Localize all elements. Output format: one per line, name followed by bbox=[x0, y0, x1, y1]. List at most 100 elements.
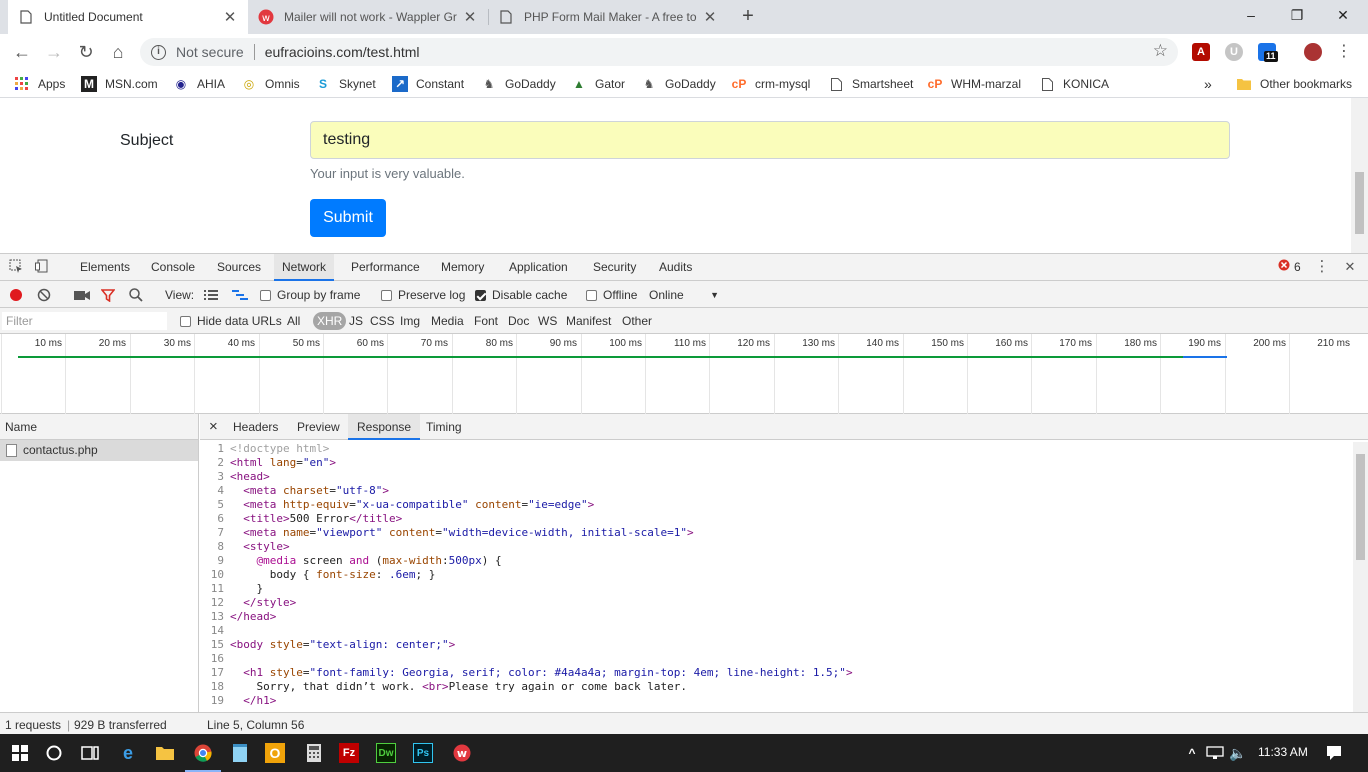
wappler-taskbar-icon[interactable]: w bbox=[450, 741, 474, 765]
notepad-icon[interactable] bbox=[228, 741, 252, 765]
search-icon[interactable] bbox=[129, 287, 143, 303]
error-count[interactable]: 6 bbox=[1286, 254, 1309, 281]
name-column-header[interactable]: Name bbox=[0, 414, 198, 440]
network-icon[interactable] bbox=[1203, 741, 1227, 765]
forward-button[interactable]: → bbox=[42, 40, 66, 64]
filezilla-icon[interactable]: Fz bbox=[339, 743, 359, 763]
filter-type-ws[interactable]: WS bbox=[535, 312, 560, 330]
cortana-search-icon[interactable] bbox=[42, 741, 66, 765]
chrome-taskbar-icon[interactable] bbox=[185, 741, 221, 772]
tab-application[interactable]: Application bbox=[501, 254, 576, 281]
close-tab-icon[interactable]: ✕ bbox=[702, 8, 718, 26]
bookmark-ahia[interactable]: ◉ AHIA bbox=[173, 76, 225, 92]
bookmark-crm-mysql[interactable]: cP crm-mysql bbox=[731, 76, 811, 92]
response-code-view[interactable]: 1 <!doctype html> 2 <html lang="en"> 3 <head>… bbox=[200, 442, 1350, 712]
close-detail-icon[interactable]: × bbox=[200, 414, 227, 440]
tab-sources[interactable]: Sources bbox=[209, 254, 269, 281]
filter-type-css[interactable]: CSS bbox=[367, 312, 398, 330]
bookmark-star-icon[interactable]: ☆ bbox=[1153, 41, 1168, 61]
response-scrollbar[interactable] bbox=[1353, 442, 1368, 712]
reload-button[interactable]: ↻ bbox=[74, 40, 98, 64]
tab-console[interactable]: Console bbox=[143, 254, 203, 281]
tab-php-form-mail[interactable]: PHP Form Mail Maker - A free to ✕ bbox=[488, 0, 728, 34]
address-bar[interactable]: i Not secure eufracioins.com/test.html ☆ bbox=[140, 38, 1178, 66]
taskbar-clock[interactable]: 11:33 AM bbox=[1258, 745, 1308, 759]
filter-type-manifest[interactable]: Manifest bbox=[563, 312, 614, 330]
waterfall-icon[interactable] bbox=[232, 287, 248, 303]
preserve-log-checkbox[interactable]: Preserve log bbox=[381, 287, 465, 303]
windows-start-icon[interactable] bbox=[8, 741, 32, 765]
other-bookmarks-folder[interactable]: Other bookmarks bbox=[1236, 76, 1352, 92]
back-button[interactable]: ← bbox=[10, 40, 34, 64]
info-icon[interactable]: i bbox=[151, 44, 166, 60]
close-tab-icon[interactable]: ✕ bbox=[222, 8, 238, 26]
inspect-element-icon[interactable] bbox=[8, 259, 24, 275]
tab-audits[interactable]: Audits bbox=[651, 254, 700, 281]
page-scrollbar[interactable] bbox=[1351, 98, 1368, 253]
bookmark-constant[interactable]: ↗ Constant bbox=[392, 76, 464, 92]
filter-type-media[interactable]: Media bbox=[428, 312, 467, 330]
bookmarks-overflow-button[interactable]: » bbox=[1204, 76, 1212, 92]
bookmark-omnis[interactable]: ◎ Omnis bbox=[241, 76, 300, 92]
dreamweaver-icon[interactable]: Dw bbox=[376, 743, 396, 763]
close-tab-icon[interactable]: ✕ bbox=[462, 8, 478, 26]
bookmark-whm-marzal[interactable]: cP WHM-marzal bbox=[927, 76, 1021, 92]
extension-icon[interactable]: U bbox=[1225, 43, 1243, 61]
bookmark-gator[interactable]: ▲ Gator bbox=[571, 76, 625, 92]
response-scrollbar-thumb[interactable] bbox=[1356, 454, 1365, 560]
action-center-icon[interactable] bbox=[1322, 741, 1346, 765]
filter-type-all[interactable]: All bbox=[284, 312, 303, 330]
security-indicator[interactable]: Not secure bbox=[176, 44, 244, 60]
record-icon[interactable] bbox=[9, 287, 23, 303]
bookmark-godaddy-2[interactable]: ♞ GoDaddy bbox=[641, 76, 716, 92]
devtools-menu-icon[interactable]: ⋮ bbox=[1314, 259, 1330, 275]
bookmark-smartsheet[interactable]: Smartsheet bbox=[828, 76, 913, 92]
detail-tab-response[interactable]: Response bbox=[348, 414, 421, 440]
disable-cache-checkbox[interactable]: Disable cache bbox=[475, 287, 567, 303]
file-explorer-icon[interactable] bbox=[153, 741, 177, 765]
show-hidden-icons-icon[interactable]: ^ bbox=[1180, 741, 1204, 765]
bookmark-skynet[interactable]: S Skynet bbox=[315, 76, 376, 92]
acrobat-extension-icon[interactable]: A bbox=[1192, 43, 1210, 61]
tab-security[interactable]: Security bbox=[585, 254, 644, 281]
chrome-menu-button[interactable]: ⋮ bbox=[1332, 40, 1356, 64]
bookmark-apps[interactable]: Apps bbox=[14, 76, 65, 92]
tab-untitled-document[interactable]: Untitled Document ✕ bbox=[8, 0, 248, 34]
profile-avatar[interactable] bbox=[1304, 43, 1322, 61]
calculator-icon[interactable] bbox=[302, 741, 326, 765]
tab-wappler[interactable]: w Mailer will not work - Wappler Gr ✕ bbox=[248, 0, 488, 34]
tab-elements[interactable]: Elements bbox=[72, 254, 138, 281]
subject-input[interactable]: testing bbox=[310, 121, 1230, 159]
detail-tab-timing[interactable]: Timing bbox=[417, 414, 471, 440]
tab-network[interactable]: Network bbox=[274, 254, 335, 281]
bookmark-godaddy[interactable]: ♞ GoDaddy bbox=[481, 76, 556, 92]
url-text[interactable]: eufracioins.com/test.html bbox=[265, 44, 420, 60]
submit-button[interactable]: Submit bbox=[310, 199, 386, 237]
close-devtools-icon[interactable]: ✕ bbox=[1342, 259, 1358, 275]
filter-type-font[interactable]: Font bbox=[471, 312, 501, 330]
throttle-select[interactable]: Online ▼ bbox=[649, 287, 719, 303]
bookmark-msn[interactable]: M MSN.com bbox=[81, 76, 158, 92]
edge-icon[interactable]: e bbox=[116, 741, 140, 765]
detail-tab-headers[interactable]: Headers bbox=[224, 414, 287, 440]
detail-tab-preview[interactable]: Preview bbox=[288, 414, 349, 440]
photoshop-icon[interactable]: Ps bbox=[413, 743, 433, 763]
large-rows-icon[interactable] bbox=[204, 287, 218, 303]
screenshot-capture-icon[interactable] bbox=[74, 287, 90, 303]
filter-type-other[interactable]: Other bbox=[619, 312, 655, 330]
bookmark-konica[interactable]: KONICA bbox=[1039, 76, 1109, 92]
filter-input[interactable]: Filter bbox=[2, 312, 167, 330]
home-button[interactable]: ⌂ bbox=[106, 40, 130, 64]
tab-performance[interactable]: Performance bbox=[343, 254, 428, 281]
notification-extension-icon[interactable]: 11 bbox=[1258, 43, 1278, 62]
minimize-button[interactable]: – bbox=[1228, 0, 1274, 30]
filter-type-xhr[interactable]: XHR bbox=[313, 312, 347, 330]
filter-type-img[interactable]: Img bbox=[397, 312, 423, 330]
volume-icon[interactable]: 🔈 bbox=[1226, 741, 1250, 765]
request-row[interactable]: contactus.php bbox=[0, 440, 198, 461]
maximize-button[interactable]: ❐ bbox=[1274, 0, 1320, 30]
tab-memory[interactable]: Memory bbox=[433, 254, 492, 281]
group-by-frame-checkbox[interactable]: Group by frame bbox=[260, 287, 360, 303]
task-view-icon[interactable] bbox=[78, 741, 102, 765]
filter-type-doc[interactable]: Doc bbox=[505, 312, 532, 330]
